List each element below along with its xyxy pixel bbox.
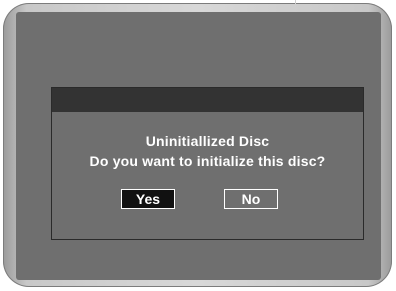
yes-button[interactable]: Yes bbox=[121, 189, 175, 209]
dialog-title: Uninitiallized Disc bbox=[145, 133, 270, 149]
no-button[interactable]: No bbox=[224, 189, 278, 209]
initialize-disc-dialog: Uninitiallized Disc Do you want to initi… bbox=[51, 87, 364, 240]
dialog-titlebar bbox=[52, 88, 363, 112]
bezel-mark bbox=[295, 0, 296, 7]
dialog-question: Do you want to initialize this disc? bbox=[89, 153, 326, 169]
tv-frame: Uninitiallized Disc Do you want to initi… bbox=[0, 0, 396, 291]
